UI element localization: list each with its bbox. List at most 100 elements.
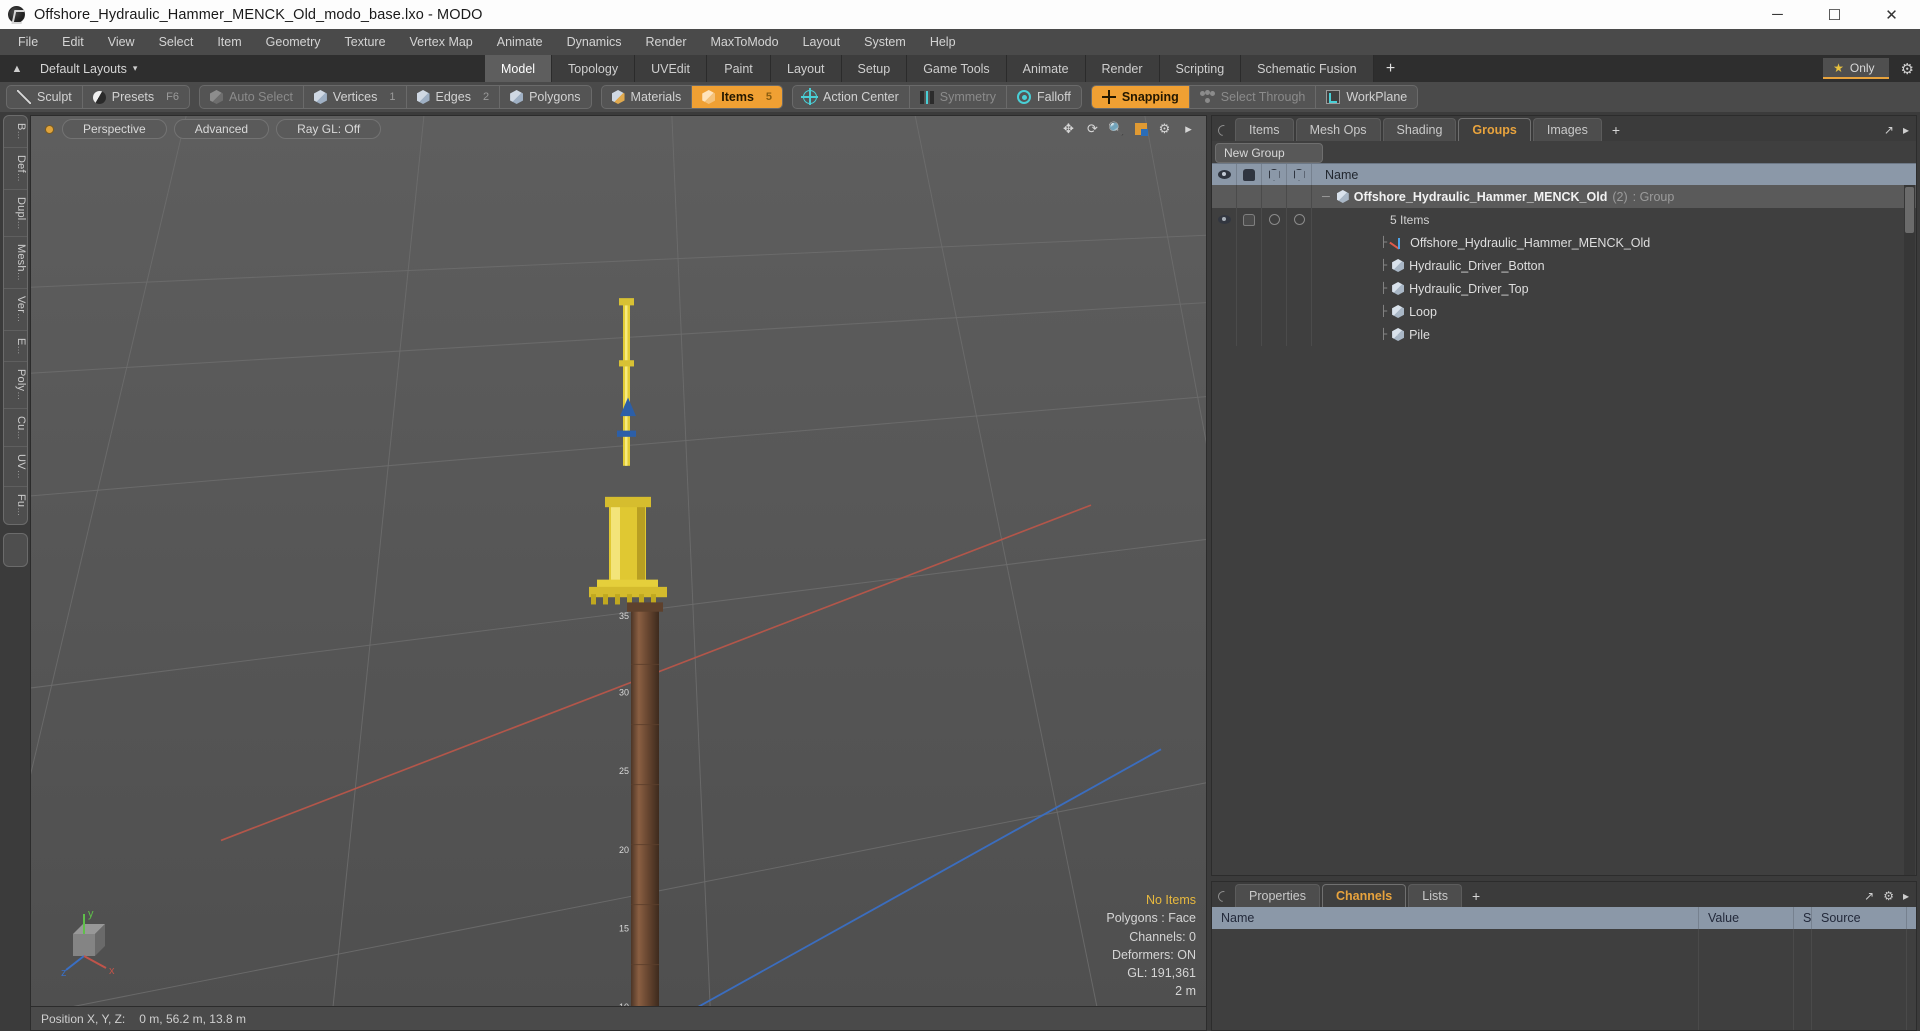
- close-button[interactable]: ✕: [1863, 0, 1920, 29]
- mode-button-falloff[interactable]: Falloff: [1007, 86, 1081, 108]
- layout-tab-topology[interactable]: Topology: [552, 55, 636, 82]
- left-tool-tab-e[interactable]: E…: [4, 331, 27, 363]
- panel-tab-channels[interactable]: Channels: [1321, 884, 1407, 907]
- layout-tab-schematic-fusion[interactable]: Schematic Fusion: [1241, 55, 1374, 82]
- left-tool-tab-ver[interactable]: Ver…: [4, 289, 27, 331]
- left-tool-tab-cu[interactable]: Cu…: [4, 409, 27, 448]
- left-tool-extra-tab[interactable]: [3, 532, 28, 567]
- left-tool-tab-uv[interactable]: UV…: [4, 447, 27, 488]
- mode-button-items[interactable]: Items 5: [692, 86, 783, 108]
- count-row-visibility-toggle[interactable]: [1212, 208, 1237, 231]
- panel-tab-lists[interactable]: Lists: [1408, 884, 1462, 907]
- layout-tab-render[interactable]: Render: [1085, 55, 1160, 82]
- expand-panel-icon[interactable]: ↗: [1884, 123, 1894, 137]
- menu-item-file[interactable]: File: [6, 29, 50, 55]
- maximize-button[interactable]: ☐: [1806, 0, 1863, 29]
- mode-button-workplane[interactable]: WorkPlane: [1316, 86, 1417, 108]
- viewport-menu-dot-icon[interactable]: [45, 124, 54, 134]
- mode-button-edges[interactable]: Edges 2: [407, 86, 501, 108]
- row-select-toggle[interactable]: [1287, 185, 1312, 208]
- tree-row-item[interactable]: ├ Pile: [1212, 323, 1916, 346]
- row-visibility-toggle[interactable]: [1212, 185, 1237, 208]
- row-visibility-toggle[interactable]: [1212, 231, 1237, 254]
- row-lock-toggle[interactable]: [1237, 254, 1262, 277]
- left-tool-tab-dupl[interactable]: Dupl…: [4, 190, 27, 238]
- menu-item-vertex-map[interactable]: Vertex Map: [398, 29, 485, 55]
- left-tool-tab-fu[interactable]: Fu…: [4, 487, 27, 523]
- bottom-panel-gear-icon[interactable]: ⚙: [1883, 889, 1894, 903]
- menu-item-render[interactable]: Render: [634, 29, 699, 55]
- row-visibility-toggle[interactable]: [1212, 323, 1237, 346]
- left-tool-tab-b[interactable]: B…: [4, 116, 27, 148]
- add-layout-tab-button[interactable]: +: [1373, 55, 1408, 82]
- viewport-layout-icon[interactable]: [1133, 122, 1148, 137]
- row-lock-toggle[interactable]: [1237, 300, 1262, 323]
- rotate-icon[interactable]: ⟳: [1085, 121, 1100, 137]
- left-tool-tab-poly[interactable]: Poly…: [4, 362, 27, 409]
- gear-icon[interactable]: ⚙: [1901, 60, 1914, 78]
- layout-tab-model[interactable]: Model: [485, 55, 553, 82]
- layout-tab-uvedit[interactable]: UVEdit: [635, 55, 707, 82]
- row-render-toggle[interactable]: [1262, 231, 1287, 254]
- layout-tab-scripting[interactable]: Scripting: [1159, 55, 1242, 82]
- panel-tab-mesh-ops[interactable]: Mesh Ops: [1295, 118, 1381, 141]
- menu-item-geometry[interactable]: Geometry: [254, 29, 333, 55]
- mode-button-symmetry[interactable]: Symmetry: [910, 86, 1008, 108]
- collapse-arrow-icon[interactable]: ▲: [8, 60, 26, 78]
- tree-row-item[interactable]: ├ Offshore_Hydraulic_Hammer_MENCK_Old: [1212, 231, 1916, 254]
- tree-row-item[interactable]: ├ Hydraulic_Driver_Botton: [1212, 254, 1916, 277]
- layout-tab-layout[interactable]: Layout: [771, 55, 842, 82]
- row-render-toggle[interactable]: [1262, 300, 1287, 323]
- add-panel-tab-button[interactable]: +: [1604, 119, 1628, 141]
- default-layouts-label[interactable]: Default Layouts: [40, 62, 127, 76]
- layout-tab-paint[interactable]: Paint: [707, 55, 771, 82]
- row-select-toggle[interactable]: [1287, 231, 1312, 254]
- row-lock-toggle[interactable]: [1237, 277, 1262, 300]
- 3d-viewport[interactable]: 35 30 25 20 15 10 5 Perspective Advanced…: [30, 115, 1207, 1007]
- expand-bottom-panel-icon[interactable]: ↗: [1864, 889, 1874, 903]
- mode-button-presets[interactable]: Presets F6: [83, 86, 189, 108]
- count-row-lock-toggle[interactable]: [1237, 208, 1262, 231]
- menu-item-animate[interactable]: Animate: [485, 29, 555, 55]
- tree-row-item[interactable]: ├ Hydraulic_Driver_Top: [1212, 277, 1916, 300]
- groups-tree-body[interactable]: ─ Offshore_Hydraulic_Hammer_MENCK_Old (2…: [1212, 185, 1916, 875]
- mode-button-snapping[interactable]: Snapping: [1091, 86, 1190, 108]
- row-render-toggle[interactable]: [1262, 254, 1287, 277]
- panel-tab-shading[interactable]: Shading: [1382, 118, 1457, 141]
- row-select-toggle[interactable]: [1287, 323, 1312, 346]
- viewport-more-arrow-icon[interactable]: ▸: [1181, 121, 1196, 137]
- row-visibility-toggle[interactable]: [1212, 300, 1237, 323]
- row-render-toggle[interactable]: [1262, 277, 1287, 300]
- menu-item-select[interactable]: Select: [147, 29, 206, 55]
- panel-tab-items[interactable]: Items: [1235, 118, 1294, 141]
- viewport-shading-selector[interactable]: Advanced: [173, 119, 270, 139]
- viewport-settings-gear-icon[interactable]: ⚙: [1157, 121, 1172, 137]
- panel-tab-properties[interactable]: Properties: [1235, 884, 1320, 907]
- only-toggle-button[interactable]: ★ Only: [1823, 58, 1889, 79]
- tree-row-group[interactable]: ─ Offshore_Hydraulic_Hammer_MENCK_Old (2…: [1212, 185, 1916, 208]
- row-select-toggle[interactable]: [1287, 254, 1312, 277]
- layout-tab-setup[interactable]: Setup: [841, 55, 908, 82]
- mode-button-select-through[interactable]: Select Through: [1190, 86, 1317, 108]
- menu-item-maxtomodo[interactable]: MaxToModo: [699, 29, 791, 55]
- mode-button-materials[interactable]: Materials: [602, 86, 693, 108]
- left-tool-tab-mesh[interactable]: Mesh…: [4, 237, 27, 290]
- layout-tab-game-tools[interactable]: Game Tools: [907, 55, 1007, 82]
- move-icon[interactable]: ✥: [1061, 121, 1076, 137]
- channels-column-s[interactable]: S: [1794, 907, 1812, 929]
- channels-column-value[interactable]: Value: [1699, 907, 1794, 929]
- new-group-button[interactable]: New Group: [1215, 143, 1323, 163]
- menu-item-item[interactable]: Item: [205, 29, 253, 55]
- chevron-down-icon[interactable]: ▾: [133, 63, 138, 74]
- viewport-raygl-toggle[interactable]: Ray GL: Off: [276, 119, 382, 139]
- viewport-projection-selector[interactable]: Perspective: [62, 119, 167, 139]
- channels-column-name[interactable]: Name: [1212, 907, 1699, 929]
- menu-item-system[interactable]: System: [852, 29, 918, 55]
- add-bottom-tab-button[interactable]: +: [1464, 885, 1488, 907]
- count-row-render-toggle[interactable]: [1262, 208, 1287, 231]
- zoom-icon[interactable]: 🔍: [1108, 121, 1124, 137]
- row-render-toggle[interactable]: [1262, 185, 1287, 208]
- panel-tab-groups[interactable]: Groups: [1458, 118, 1531, 141]
- panel-tab-images[interactable]: Images: [1532, 118, 1602, 141]
- panel-more-arrow-icon[interactable]: ▸: [1903, 123, 1909, 137]
